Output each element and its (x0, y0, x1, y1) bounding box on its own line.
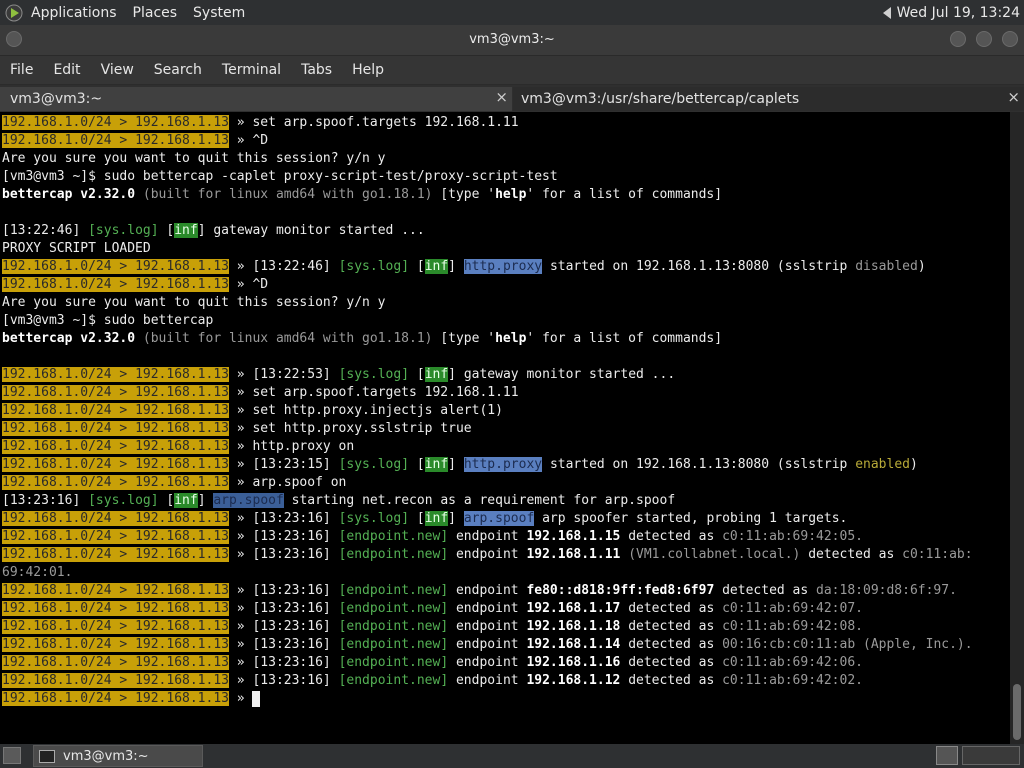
terminal-line: 192.168.1.0/24 > 192.168.1.13 » [13:22:4… (2, 259, 926, 274)
taskbar-terminal-label: vm3@vm3:~ (63, 748, 149, 764)
terminal-line: 192.168.1.0/24 > 192.168.1.13 » [13:23:1… (2, 547, 973, 562)
window-titlebar[interactable]: vm3@vm3:~ (0, 25, 1024, 56)
terminal-line: 192.168.1.0/24 > 192.168.1.13 » [13:23:1… (2, 529, 863, 544)
menu-help[interactable]: Help (352, 62, 384, 78)
system-menu[interactable]: System (193, 5, 245, 21)
terminal-line: Are you sure you want to quit this sessi… (2, 295, 386, 310)
terminal-line: 192.168.1.0/24 > 192.168.1.13 » ^D (2, 133, 269, 148)
tab-caplets-close-icon[interactable]: × (1007, 88, 1020, 106)
menu-file[interactable]: File (10, 62, 33, 78)
scrollbar-thumb[interactable] (1013, 684, 1021, 740)
terminal-line: 192.168.1.0/24 > 192.168.1.13 » [13:23:1… (2, 511, 848, 526)
menubar: File Edit View Search Terminal Tabs Help (0, 56, 1024, 84)
terminal-input-line[interactable]: 192.168.1.0/24 > 192.168.1.13 » (2, 690, 261, 708)
terminal-line: Are you sure you want to quit this sessi… (2, 151, 386, 166)
terminal-line: 192.168.1.0/24 > 192.168.1.13 » [13:23:1… (2, 457, 918, 472)
terminal-line: 192.168.1.0/24 > 192.168.1.13 » [13:23:1… (2, 655, 863, 670)
applications-logo-icon[interactable] (5, 4, 23, 22)
bottom-panel: vm3@vm3:~ (0, 744, 1024, 768)
terminal-line: [13:23:16] [sys.log] [inf] arp.spoof sta… (2, 493, 676, 508)
clock[interactable]: Wed Jul 19, 13:24 (875, 0, 1024, 25)
volume-icon[interactable] (882, 6, 891, 19)
terminal-line: PROXY SCRIPT LOADED (2, 241, 151, 256)
tab-home-close-icon[interactable]: × (495, 88, 508, 106)
applications-menu[interactable]: Applications (31, 5, 117, 21)
terminal-scrollbar[interactable] (1010, 112, 1024, 744)
tab-home-label: vm3@vm3:~ (10, 91, 103, 107)
show-desktop-icon[interactable] (3, 747, 21, 764)
minimize-icon[interactable] (950, 31, 966, 47)
workspace-switcher-icon[interactable] (936, 746, 958, 765)
terminal-line: [13:22:46] [sys.log] [inf] gateway monit… (2, 223, 425, 238)
terminal-icon (39, 749, 55, 763)
menu-search[interactable]: Search (154, 62, 202, 78)
terminal-line: 192.168.1.0/24 > 192.168.1.13 » set arp.… (2, 385, 519, 400)
terminal-line: 192.168.1.0/24 > 192.168.1.13 » set http… (2, 421, 472, 436)
terminal-line: 192.168.1.0/24 > 192.168.1.13 » [13:22:5… (2, 367, 676, 382)
terminal-line: 69:42:01. (2, 565, 73, 580)
close-icon[interactable] (1002, 31, 1018, 47)
tab-home[interactable]: vm3@vm3:~ × (0, 87, 512, 111)
tab-bar: vm3@vm3:~ × vm3@vm3:/usr/share/bettercap… (0, 85, 1024, 112)
terminal-line: 192.168.1.0/24 > 192.168.1.13 » http.pro… (2, 439, 355, 454)
menu-view[interactable]: View (101, 62, 134, 78)
terminal-line: 192.168.1.0/24 > 192.168.1.13 » [13:23:1… (2, 673, 863, 688)
terminal-line: 192.168.1.0/24 > 192.168.1.13 » [13:23:1… (2, 619, 863, 634)
terminal-line: 192.168.1.0/24 > 192.168.1.13 » set arp.… (2, 115, 519, 130)
workspace-switcher[interactable] (962, 746, 1020, 765)
terminal-cursor (252, 690, 261, 707)
tab-caplets-label: vm3@vm3:/usr/share/bettercap/caplets (521, 91, 800, 107)
terminal-line: [vm3@vm3 ~]$ sudo bettercap -caplet prox… (2, 169, 558, 184)
terminal-line: bettercap v2.32.0 (built for linux amd64… (2, 187, 723, 202)
menu-edit[interactable]: Edit (53, 62, 80, 78)
terminal-line: bettercap v2.32.0 (built for linux amd64… (2, 331, 723, 346)
terminal-line: 192.168.1.0/24 > 192.168.1.13 » [13:23:1… (2, 637, 973, 652)
taskbar-terminal-button[interactable]: vm3@vm3:~ (33, 745, 203, 767)
menu-tabs[interactable]: Tabs (301, 62, 332, 78)
terminal-line: 192.168.1.0/24 > 192.168.1.13 » [13:23:1… (2, 601, 863, 616)
menu-terminal[interactable]: Terminal (222, 62, 281, 78)
terminal-line: 192.168.1.0/24 > 192.168.1.13 » set http… (2, 403, 503, 418)
terminal-line: [vm3@vm3 ~]$ sudo bettercap (2, 313, 214, 328)
terminal-line: 192.168.1.0/24 > 192.168.1.13 » [13:23:1… (2, 583, 957, 598)
window-title: vm3@vm3:~ (469, 32, 555, 47)
terminal-line: 192.168.1.0/24 > 192.168.1.13 » arp.spoo… (2, 475, 347, 490)
clock-label: Wed Jul 19, 13:24 (896, 4, 1020, 21)
tab-caplets[interactable]: vm3@vm3:/usr/share/bettercap/caplets × (513, 87, 1024, 111)
terminal-line: 192.168.1.0/24 > 192.168.1.13 » ^D (2, 277, 269, 292)
terminal-output[interactable]: 192.168.1.0/24 > 192.168.1.13 » set arp.… (0, 112, 1010, 744)
top-panel: Applications Places System Wed Jul 19, 1… (0, 0, 1024, 25)
places-menu[interactable]: Places (133, 5, 178, 21)
maximize-icon[interactable] (976, 31, 992, 47)
